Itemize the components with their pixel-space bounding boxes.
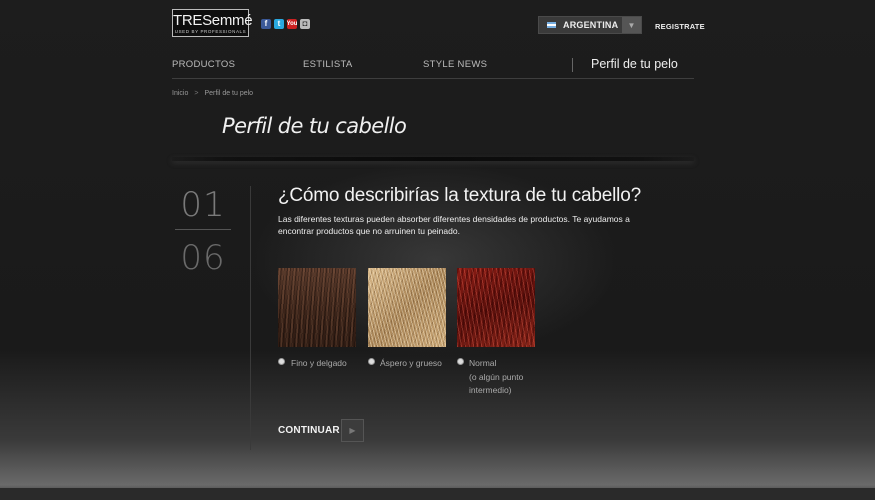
argentina-flag-icon [547, 22, 556, 28]
option-label-aspero[interactable]: Áspero y grueso [380, 357, 442, 371]
hair-swatch-fino[interactable] [278, 268, 356, 347]
country-selector[interactable]: ARGENTINA ▼ [538, 16, 642, 34]
hair-swatch-aspero[interactable] [368, 268, 446, 347]
logo-tagline: USED BY PROFESSIONALS [174, 29, 247, 34]
breadcrumb: Inicio > Perfil de tu pelo [172, 90, 253, 97]
facebook-icon[interactable]: f [261, 19, 271, 29]
social-links: f t You ◘ [261, 19, 310, 29]
option-label-normal-line1: Normal [469, 358, 497, 368]
hair-swatch-normal[interactable] [457, 268, 535, 347]
title-divider [172, 157, 694, 161]
main-nav: PRODUCTOS ESTILISTA STYLE NEWS Perfil de… [172, 57, 694, 79]
option-label-normal-line2: (o algún punto [469, 371, 524, 382]
breadcrumb-home[interactable]: Inicio [172, 90, 188, 97]
question-description: Las diferentes texturas pueden absorber … [278, 214, 630, 236]
nav-item-productos[interactable]: PRODUCTOS [172, 59, 235, 70]
radio-normal[interactable] [457, 358, 464, 365]
radio-fino[interactable] [278, 358, 285, 365]
instagram-icon[interactable]: ◘ [300, 19, 310, 29]
option-label-fino[interactable]: Fino y delgado [291, 357, 347, 371]
breadcrumb-separator: > [194, 90, 199, 97]
step-current: 01 [180, 185, 226, 225]
continue-label[interactable]: CONTINUAR [278, 425, 340, 436]
logo-wordmark: TRESemmé [173, 12, 253, 29]
footer-bar [0, 488, 875, 500]
question-title: ¿Cómo describirías la textura de tu cabe… [278, 185, 641, 206]
nav-item-perfil[interactable]: Perfil de tu pelo [591, 57, 678, 71]
play-arrow-icon: ▶ [349, 426, 356, 435]
twitter-icon[interactable]: t [274, 19, 284, 29]
nav-item-style-news[interactable]: STYLE NEWS [423, 59, 487, 70]
nav-divider [572, 58, 573, 72]
step-divider [175, 229, 231, 230]
step-total: 06 [180, 238, 226, 278]
option-label-normal[interactable]: Normal (o algún punto intermedio) [469, 357, 523, 398]
country-label: ARGENTINA [563, 20, 619, 30]
radio-aspero[interactable] [368, 358, 375, 365]
chevron-down-icon[interactable]: ▼ [622, 17, 641, 33]
register-link[interactable]: REGISTRATE [655, 22, 705, 31]
continue-button[interactable]: ▶ [341, 419, 364, 442]
breadcrumb-current: Perfil de tu pelo [204, 90, 254, 97]
page-title: Perfil de tu cabello [222, 114, 407, 138]
content-divider [250, 186, 251, 450]
youtube-icon[interactable]: You [287, 19, 297, 29]
option-label-normal-line3: intermedio) [469, 385, 512, 395]
tresemme-logo[interactable]: TRESemmé USED BY PROFESSIONALS [172, 9, 253, 37]
nav-item-estilista[interactable]: ESTILISTA [303, 59, 353, 70]
